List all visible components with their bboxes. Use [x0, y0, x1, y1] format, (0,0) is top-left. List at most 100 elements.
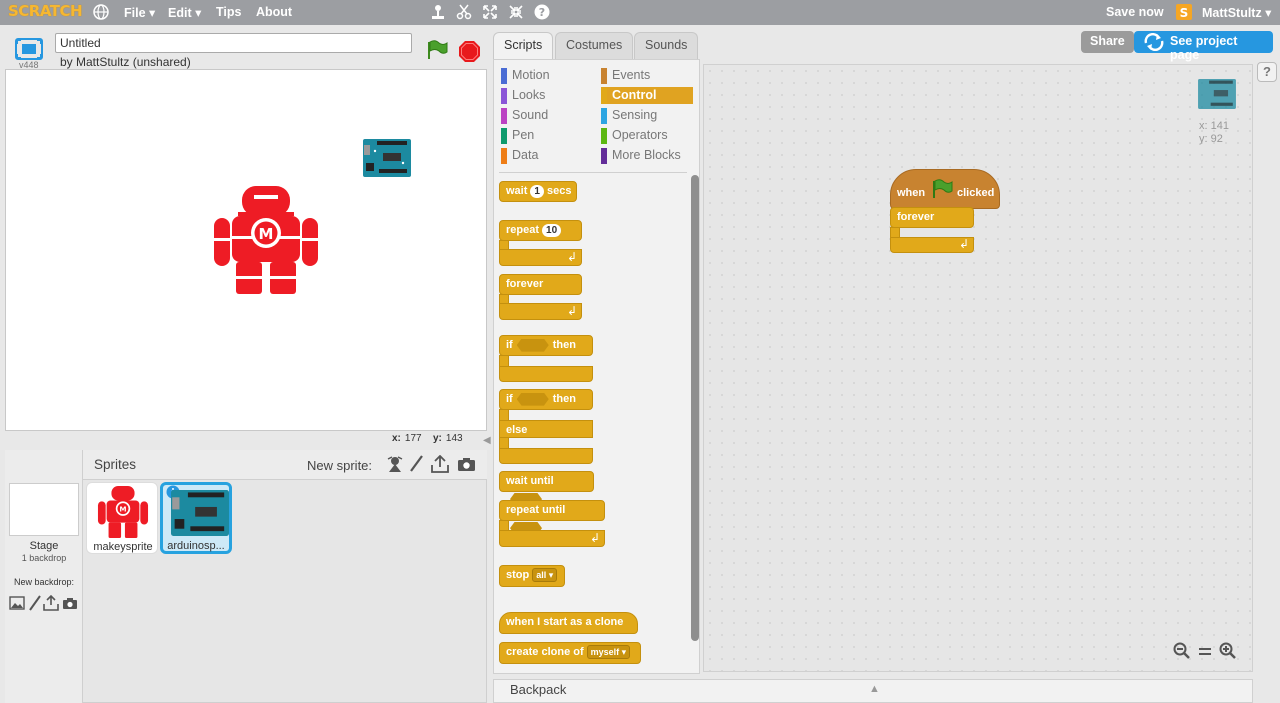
scripts-area[interactable]: x: 141 y: 92 [703, 64, 1253, 672]
if-else-condition-slot[interactable] [516, 392, 549, 406]
block-repeat-until[interactable]: repeat until [499, 500, 605, 535]
block-if-else[interactable]: if then [499, 389, 593, 410]
stop-icon[interactable] [459, 41, 480, 65]
green-flag-icon [931, 179, 953, 202]
block-wait-secs[interactable]: wait 1 secs [499, 181, 577, 202]
category-more-blocks[interactable]: More Blocks [601, 147, 681, 164]
arduino-sprite[interactable] [363, 139, 411, 180]
looks-swatch [501, 88, 507, 104]
loop-arrow-icon: ↲ [589, 531, 600, 545]
menu-about[interactable]: About [256, 5, 292, 19]
loop-arrow-icon: ↲ [958, 237, 969, 251]
backdrop-count: 1 backdrop [21, 553, 67, 563]
repeat-until-foot: ↲ [499, 530, 605, 547]
sprite-library-icon[interactable] [386, 455, 404, 476]
block-if-then[interactable]: if then [499, 335, 593, 356]
sprite-name-makey: makeysprite [93, 541, 153, 553]
loop-arrow-icon: ↲ [566, 250, 577, 264]
delete-scissors-icon[interactable] [455, 3, 473, 21]
remix-arrows-icon [1142, 32, 1166, 54]
globe-icon[interactable] [92, 3, 110, 21]
menu-tips[interactable]: Tips [216, 5, 241, 19]
backpack-label: Backpack [510, 682, 567, 697]
sprite-tile-arduino[interactable]: i arduinosp... [160, 482, 232, 554]
repeat-count-input[interactable]: 10 [542, 223, 562, 237]
data-swatch [501, 148, 507, 164]
new-backdrop-label: New backdrop: [13, 577, 75, 587]
wait-secs-input[interactable]: 1 [530, 184, 544, 198]
current-sprite-thumbnail [1197, 79, 1237, 112]
category-pen[interactable]: Pen [501, 127, 534, 144]
block-repeat[interactable]: repeat 10 [499, 220, 582, 241]
sprite-tile-makey[interactable]: M makeysprite [86, 482, 158, 554]
zoom-out-icon[interactable] [1173, 642, 1191, 663]
tab-costumes[interactable]: Costumes [555, 32, 634, 59]
block-when-flag-clicked[interactable]: when clicked [890, 169, 1000, 209]
backpack-bar[interactable]: Backpack ▲ [493, 679, 1253, 703]
expand-up-icon[interactable]: ▲ [869, 683, 880, 695]
user-avatar-icon[interactable]: S [1175, 3, 1193, 21]
project-title-input[interactable] [55, 33, 412, 53]
block-wait-until[interactable]: wait until [499, 471, 594, 506]
category-control[interactable]: Control [601, 87, 693, 104]
user-menu[interactable]: MattStultz ▾ [1202, 5, 1271, 20]
motion-swatch [501, 68, 507, 84]
block-when-clone[interactable]: when I start as a clone [499, 612, 638, 634]
shrink-icon[interactable] [507, 3, 525, 21]
menu-bar: SCRATCH File ▾ Edit ▾ Tips About ? Save … [0, 0, 1280, 25]
duplicate-icon[interactable] [429, 3, 447, 21]
help-button[interactable]: ? [1257, 62, 1277, 82]
block-forever[interactable]: forever [499, 274, 582, 295]
repeat-foot: ↲ [499, 249, 582, 266]
green-flag-icon[interactable] [426, 40, 448, 63]
category-sensing[interactable]: Sensing [601, 107, 657, 124]
clone-target-dropdown[interactable]: myself ▾ [586, 645, 631, 660]
paint-backdrop-icon[interactable] [28, 595, 42, 614]
tab-sounds[interactable]: Sounds [634, 32, 699, 59]
stop-option-dropdown[interactable]: all ▾ [532, 568, 558, 583]
events-swatch [601, 68, 607, 84]
grow-icon[interactable] [481, 3, 499, 21]
menu-edit[interactable]: Edit ▾ [168, 5, 201, 20]
sound-swatch [501, 108, 507, 124]
if-condition-slot[interactable] [516, 338, 549, 352]
menu-file[interactable]: File ▾ [124, 5, 155, 20]
palette-scrollbar[interactable] [691, 175, 699, 641]
else-label-row: else [499, 420, 593, 438]
stage-thumbnail[interactable] [9, 483, 79, 536]
sprite-name-arduino: arduinosp... [167, 540, 225, 552]
camera-sprite-icon[interactable] [457, 457, 476, 475]
category-motion[interactable]: Motion [501, 67, 550, 84]
category-looks[interactable]: Looks [501, 87, 545, 104]
svg-text:M: M [119, 505, 126, 514]
category-data[interactable]: Data [501, 147, 538, 164]
block-create-clone[interactable]: create clone of myself ▾ [499, 642, 641, 664]
category-operators[interactable]: Operators [601, 127, 668, 144]
script-forever-block[interactable]: forever [890, 207, 974, 228]
pen-swatch [501, 128, 507, 144]
makey-thumbnail: M [97, 486, 149, 541]
svg-text:M: M [259, 225, 274, 243]
upload-backdrop-icon[interactable] [43, 594, 59, 614]
svg-text:S: S [1180, 6, 1189, 20]
category-events[interactable]: Events [601, 67, 650, 84]
help-icon[interactable]: ? [533, 3, 551, 21]
save-now-link[interactable]: Save now [1106, 5, 1164, 19]
block-stop[interactable]: stop all ▾ [499, 565, 565, 587]
backdrop-library-icon[interactable] [9, 596, 25, 613]
scratch-logo[interactable]: SCRATCH [8, 2, 83, 20]
zoom-reset-icon[interactable] [1197, 642, 1213, 663]
paint-sprite-icon[interactable] [408, 455, 424, 476]
see-project-page-button[interactable]: See project page [1134, 31, 1273, 62]
share-button[interactable]: Share [1081, 31, 1134, 53]
camera-backdrop-icon[interactable] [62, 597, 78, 613]
category-sound[interactable]: Sound [501, 107, 548, 124]
makey-robot-sprite[interactable]: M [214, 186, 318, 297]
arduino-thumbnail [171, 489, 229, 540]
stage-canvas[interactable]: M [5, 69, 487, 431]
collapse-arrow-icon[interactable]: ◀ [483, 435, 491, 446]
zoom-in-icon[interactable] [1219, 642, 1237, 663]
upload-sprite-icon[interactable] [431, 454, 449, 476]
sprites-title: Sprites [94, 457, 137, 472]
tab-scripts[interactable]: Scripts [493, 32, 554, 61]
